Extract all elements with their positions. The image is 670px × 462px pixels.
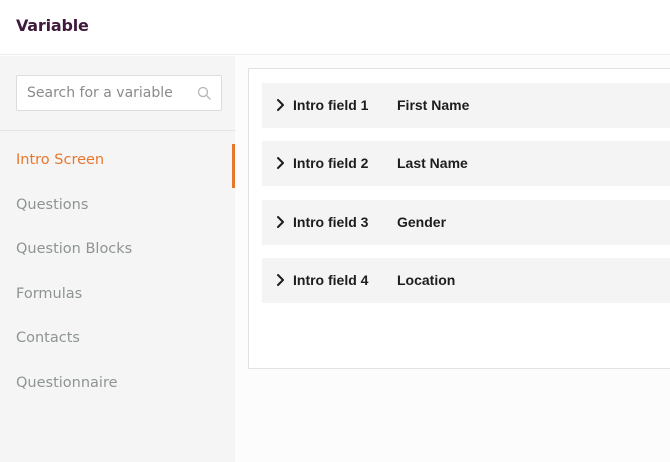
variable-field-value: Last Name [397,155,468,171]
sidebar-nav: Intro Screen Questions Question Blocks F… [0,132,235,405]
search-icon[interactable] [197,86,211,100]
sidebar: Intro Screen Questions Question Blocks F… [0,56,235,462]
search-box[interactable] [16,75,222,111]
sidebar-item-question-blocks[interactable]: Question Blocks [0,227,235,272]
header: Variable [0,0,670,55]
variable-row-intro-field-1[interactable]: Intro field 1 First Name [262,83,670,128]
chevron-right-icon[interactable] [276,156,286,170]
variable-field-name: Intro field 1 [293,97,369,113]
chevron-right-icon[interactable] [276,98,286,112]
chevron-right-icon[interactable] [276,273,286,287]
variable-row-intro-field-3[interactable]: Intro field 3 Gender [262,200,670,245]
variable-row-intro-field-4[interactable]: Intro field 4 Location [262,258,670,303]
sidebar-item-formulas[interactable]: Formulas [0,272,235,317]
chevron-right-icon[interactable] [276,215,286,229]
page-title: Variable [16,16,89,35]
sidebar-item-questions[interactable]: Questions [0,183,235,228]
variable-row-intro-field-2[interactable]: Intro field 2 Last Name [262,141,670,186]
variable-field-value: Gender [397,214,447,230]
variable-field-name: Intro field 2 [293,155,369,171]
main-content: Intro field 1 First Name Intro field 2 L… [235,56,670,462]
sidebar-item-intro-screen[interactable]: Intro Screen [0,138,235,188]
search-input[interactable] [17,76,193,110]
variable-field-name: Intro field 3 [293,214,369,230]
sidebar-item-questionnaire[interactable]: Questionnaire [0,361,235,406]
variable-field-name: Intro field 4 [293,272,369,288]
variable-field-value: First Name [397,97,470,113]
search-area [0,56,235,131]
variable-field-value: Location [397,272,456,288]
variable-panel: Intro field 1 First Name Intro field 2 L… [248,68,670,369]
sidebar-item-contacts[interactable]: Contacts [0,316,235,361]
